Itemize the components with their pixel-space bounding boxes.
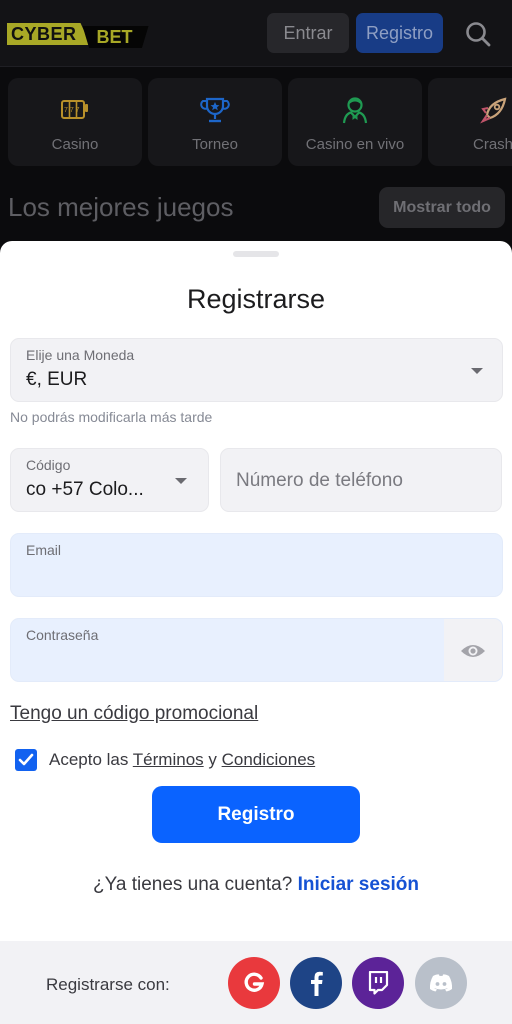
checkmark-icon bbox=[18, 753, 34, 766]
terms-link[interactable]: Términos bbox=[133, 750, 204, 769]
password-field[interactable]: Contraseña bbox=[10, 618, 503, 682]
email-label: Email bbox=[26, 542, 62, 558]
search-icon[interactable] bbox=[464, 20, 492, 48]
facebook-icon bbox=[311, 971, 323, 996]
login-prompt-text: ¿Ya tienes una cuenta? bbox=[92, 874, 298, 895]
trophy-icon bbox=[200, 97, 230, 123]
cyberbet-logo[interactable]: CYBER BET bbox=[7, 20, 149, 48]
facebook-signup-button[interactable] bbox=[290, 957, 342, 1009]
phone-code-value: co +57 Colo... bbox=[26, 479, 144, 500]
page: CYBER BET Entrar Registro 7 7 7 Casino T… bbox=[0, 0, 512, 1024]
category-label: Torneo bbox=[192, 136, 238, 153]
category-tile-casino-en-vivo[interactable]: Casino en vivo bbox=[288, 78, 422, 166]
category-tile-torneo[interactable]: Torneo bbox=[148, 78, 282, 166]
password-label: Contraseña bbox=[26, 627, 99, 643]
terms-middle: y bbox=[203, 750, 222, 769]
show-all-button[interactable]: Mostrar todo bbox=[379, 187, 505, 228]
discord-signup-button[interactable] bbox=[415, 957, 467, 1009]
email-field[interactable]: Email bbox=[10, 533, 503, 597]
register-header-button[interactable]: Registro bbox=[356, 13, 443, 53]
password-visibility-toggle[interactable] bbox=[444, 619, 502, 681]
discord-icon bbox=[429, 974, 453, 992]
login-prompt: ¿Ya tienes una cuenta? Iniciar sesión bbox=[0, 874, 512, 896]
twitch-signup-button[interactable] bbox=[352, 957, 404, 1009]
category-tiles: 7 7 7 Casino Torneo Casino en vivo Crash bbox=[8, 78, 512, 166]
social-signup-bar: Registrarse con: bbox=[0, 941, 512, 1024]
registration-sheet: Registrarse Elije una Moneda €, EUR No p… bbox=[0, 241, 512, 1024]
dealer-icon bbox=[342, 97, 368, 124]
eye-icon bbox=[461, 645, 485, 657]
section-title: Los mejores juegos bbox=[8, 192, 234, 222]
conditions-link[interactable]: Condiciones bbox=[222, 750, 316, 769]
register-submit-button[interactable]: Registro bbox=[152, 786, 360, 843]
chevron-down-icon bbox=[175, 478, 187, 484]
terms-text: Acepto las Términos y Condiciones bbox=[49, 750, 315, 770]
category-tile-casino[interactable]: 7 7 7 Casino bbox=[8, 78, 142, 166]
login-button[interactable]: Entrar bbox=[267, 13, 349, 53]
top-header: CYBER BET Entrar Registro bbox=[0, 0, 512, 67]
twitch-icon bbox=[368, 971, 389, 995]
slot-machine-icon: 7 7 7 bbox=[61, 100, 88, 119]
currency-value: €, EUR bbox=[26, 369, 88, 390]
currency-label: Elije una Moneda bbox=[26, 347, 135, 363]
category-label: Crash bbox=[473, 136, 512, 153]
rocket-icon bbox=[480, 97, 507, 124]
terms-checkbox[interactable] bbox=[15, 749, 37, 771]
category-label: Casino en vivo bbox=[305, 136, 405, 153]
phone-code-label: Código bbox=[26, 457, 71, 473]
svg-text:7 7 7: 7 7 7 bbox=[64, 107, 80, 114]
currency-select[interactable]: Elije una Moneda €, EUR bbox=[10, 338, 503, 402]
chevron-down-icon bbox=[471, 368, 483, 374]
phone-code-select[interactable]: Código co +57 Colo... bbox=[10, 448, 209, 512]
sheet-title: Registrarse bbox=[186, 284, 326, 314]
category-label: Casino bbox=[51, 136, 99, 153]
logo-text-cyber: CYBER bbox=[7, 23, 91, 45]
google-signup-button[interactable] bbox=[228, 957, 280, 1009]
login-link[interactable]: Iniciar sesión bbox=[298, 874, 419, 895]
category-tile-crash[interactable]: Crash bbox=[428, 78, 512, 166]
promo-code-link[interactable]: Tengo un código promocional bbox=[10, 703, 258, 725]
terms-prefix: Acepto las bbox=[49, 750, 133, 769]
social-signup-label: Registrarse con: bbox=[46, 975, 170, 994]
phone-number-input[interactable]: Número de teléfono bbox=[220, 448, 502, 512]
terms-row: Acepto las Términos y Condiciones bbox=[15, 749, 315, 771]
phone-number-placeholder: Número de teléfono bbox=[236, 470, 403, 491]
google-icon bbox=[244, 972, 265, 992]
currency-hint: No podrás modificarla más tarde bbox=[10, 409, 213, 425]
logo-text-bet: BET bbox=[82, 26, 149, 48]
sheet-drag-handle[interactable] bbox=[233, 251, 279, 257]
